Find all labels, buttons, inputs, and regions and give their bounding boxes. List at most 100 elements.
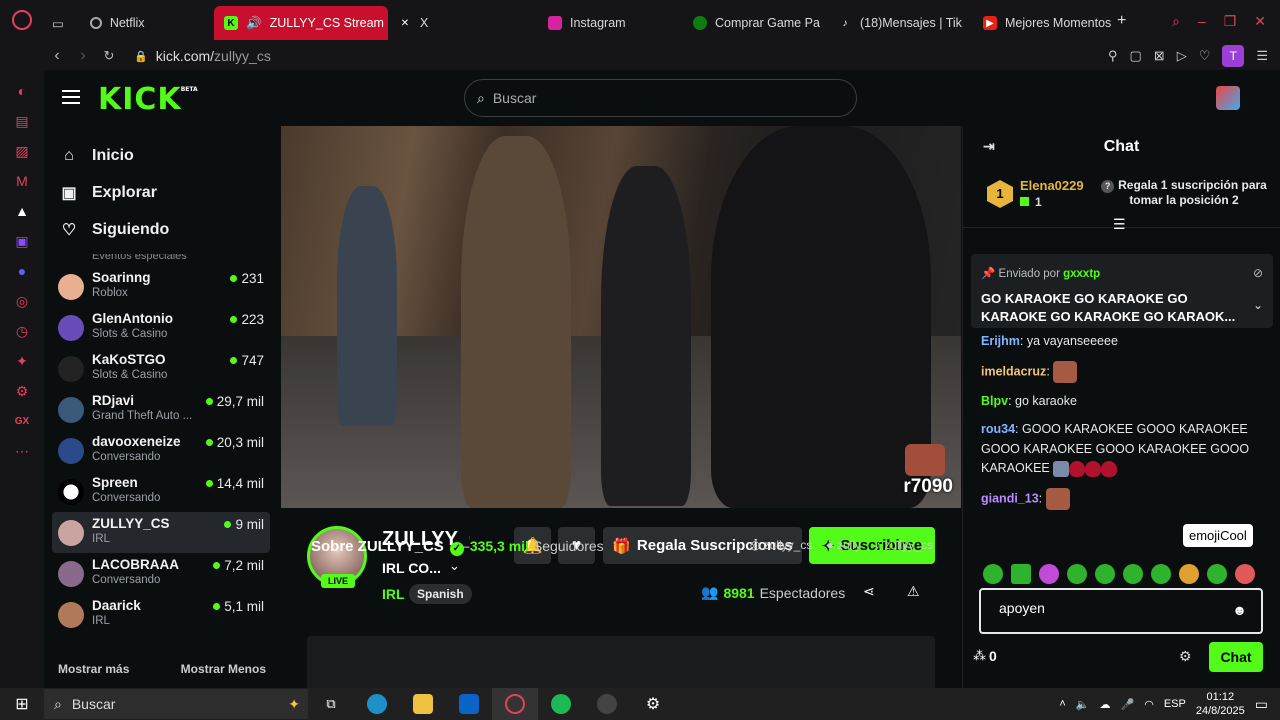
tab-bar-icon[interactable]: ▭: [52, 16, 64, 31]
file-explorer-icon[interactable]: [400, 688, 446, 720]
snapshot-icon[interactable]: ▢: [1129, 48, 1141, 64]
emote-icon[interactable]: [1067, 564, 1087, 584]
leaderboard-cta[interactable]: ? Regala 1 suscripción para tomar la posi…: [1091, 178, 1277, 207]
crypto-wallet-icon[interactable]: ▤: [11, 110, 33, 132]
player-icon[interactable]: ▨: [11, 140, 33, 162]
bookmark-heart-icon[interactable]: ♡: [1199, 48, 1211, 64]
social-discord[interactable]: ● zully: [826, 538, 861, 552]
nav-browse[interactable]: ▣ Explorar: [44, 174, 278, 211]
pinned-message[interactable]: 📌 Enviado por gxxxtp ⊘ GO KARAOKE GO KAR…: [971, 254, 1273, 328]
emote-icon[interactable]: [1039, 564, 1059, 584]
video-player[interactable]: r7090: [281, 126, 961, 508]
close-icon[interactable]: ✕: [1254, 13, 1266, 30]
tab-youtube[interactable]: ▶ Mejores Momentos: [973, 6, 1113, 40]
emote-icon[interactable]: [1085, 460, 1102, 477]
opera-logo-icon[interactable]: [12, 10, 32, 30]
share-icon[interactable]: ⋖: [863, 583, 875, 600]
settings-icon[interactable]: ⚙: [11, 380, 33, 402]
tab-netflix[interactable]: ▭ Netflix: [44, 6, 214, 40]
obs-icon[interactable]: [584, 688, 630, 720]
tab-x[interactable]: ✕ X: [388, 6, 538, 40]
notifications-icon[interactable]: ▭: [1255, 696, 1268, 713]
more-icon[interactable]: ⋯: [11, 440, 33, 462]
forward-icon[interactable]: ›: [70, 47, 96, 65]
send-icon[interactable]: ▷: [1177, 48, 1187, 64]
extensions-icon[interactable]: ✦: [11, 350, 33, 372]
language-tag[interactable]: Spanish: [409, 584, 472, 604]
emote-icon[interactable]: [1101, 460, 1118, 477]
hamburger-menu-icon[interactable]: [62, 90, 80, 104]
emote-icon[interactable]: [1069, 460, 1086, 477]
chat-username[interactable]: Erijhm: [981, 334, 1020, 348]
tab-tiktok[interactable]: ♪ (18)Mensajes | Tik: [828, 6, 973, 40]
social-tiktok[interactable]: ♪ zullyy_cs: [875, 538, 933, 552]
history-icon[interactable]: ◷: [11, 320, 33, 342]
emoji-cool-icon[interactable]: [1207, 564, 1227, 584]
channel-points-icon[interactable]: ⁂: [973, 648, 986, 664]
channel-daarick[interactable]: Daarick IRL 5,1 mil: [52, 594, 270, 635]
channel-glenantonio[interactable]: GlenAntonio Slots & Casino 223: [52, 307, 270, 348]
reload-icon[interactable]: ↻: [96, 48, 122, 64]
edge-icon[interactable]: [354, 688, 400, 720]
profile-avatar[interactable]: T: [1222, 45, 1245, 67]
easy-setup-icon[interactable]: ☰: [1256, 48, 1268, 64]
chat-send-button[interactable]: Chat: [1209, 642, 1263, 672]
taskbar-search[interactable]: ⌕ Buscar ✦: [44, 689, 308, 719]
search-bar[interactable]: ⌕ Buscar: [464, 79, 857, 117]
channel-soarinng[interactable]: Soarinng Roblox 231: [52, 266, 270, 307]
opera-gx-icon[interactable]: [492, 688, 538, 720]
task-view-icon[interactable]: ⧉: [308, 688, 354, 720]
channel-kakostgo[interactable]: KaKoSTGO Slots & Casino 747: [52, 348, 270, 389]
warning-icon[interactable]: ⚠: [907, 583, 920, 600]
social-instagram[interactable]: ◎ zullyy_cs: [750, 538, 813, 552]
microphone-icon[interactable]: 🎤: [1121, 698, 1135, 711]
collapse-chat-icon[interactable]: ⇥: [983, 138, 995, 155]
chevron-up-icon[interactable]: ˄: [1059, 698, 1065, 710]
tab-kick-stream[interactable]: K 🔊 ZULLYY_CS Stream -: [214, 6, 388, 40]
emote-icon[interactable]: [1179, 564, 1199, 584]
emote-icon[interactable]: [1053, 360, 1078, 383]
pin-icon[interactable]: ⚲: [1108, 48, 1118, 64]
channel-spreen[interactable]: Spreen Conversando 14,4 mil: [52, 471, 270, 512]
messenger-icon[interactable]: M: [11, 170, 33, 192]
minimize-icon[interactable]: –: [1198, 13, 1206, 30]
language-indicator[interactable]: ESP: [1164, 698, 1186, 710]
leader-username[interactable]: Elena0229: [1020, 178, 1084, 193]
channel-lacobraaa[interactable]: LACOBRAAA Conversando 7,2 mil: [52, 553, 270, 594]
category-link[interactable]: IRL: [382, 586, 405, 602]
tab-instagram[interactable]: Instagram: [538, 6, 683, 40]
ai-icon[interactable]: ▲: [11, 200, 33, 222]
chevron-down-icon[interactable]: ⌄: [449, 558, 460, 574]
emote-icon[interactable]: [1011, 564, 1031, 584]
show-more-link[interactable]: Mostrar más: [58, 662, 129, 676]
kick-logo[interactable]: KICK BETA: [98, 82, 198, 117]
url-field[interactable]: 🔒 kick.com/zullyy_cs: [134, 48, 271, 64]
gear-icon[interactable]: ⚙: [1179, 648, 1192, 665]
volume-icon[interactable]: 🔈: [1076, 698, 1090, 711]
windows-start-icon[interactable]: ⊞: [0, 694, 44, 714]
search-tabs-icon[interactable]: ⌕: [1172, 13, 1180, 30]
user-avatar[interactable]: [1216, 86, 1240, 110]
speaker-icon[interactable]: 🔊: [246, 16, 262, 31]
emote-icon[interactable]: [1095, 564, 1115, 584]
hide-eye-icon[interactable]: ⊘: [1253, 266, 1263, 280]
spotify-side-icon[interactable]: ◎: [11, 290, 33, 312]
channel-rdjavi[interactable]: RDjavi Grand Theft Auto ... 29,7 mil: [52, 389, 270, 430]
chat-input[interactable]: [999, 600, 1219, 616]
chevron-down-icon[interactable]: ⌄: [1253, 298, 1263, 312]
back-icon[interactable]: ‹: [44, 47, 70, 65]
twitch-icon[interactable]: ▣: [11, 230, 33, 252]
spotify-icon[interactable]: [538, 688, 584, 720]
settings-gear-icon[interactable]: ⚙: [630, 688, 676, 720]
chat-username[interactable]: giandi_13: [981, 491, 1039, 505]
aria-icon[interactable]: ◐: [11, 80, 33, 102]
emote-icon[interactable]: [1045, 487, 1070, 510]
emote-icon[interactable]: [1123, 564, 1143, 584]
channel-davooxeneize[interactable]: davooxeneize Conversando 20,3 mil: [52, 430, 270, 471]
onedrive-icon[interactable]: ☁: [1100, 698, 1111, 711]
outlook-icon[interactable]: [446, 688, 492, 720]
nav-following[interactable]: ♡ Siguiendo: [44, 211, 278, 248]
emote-icon[interactable]: [1235, 564, 1255, 584]
expand-leaderboard-icon[interactable]: ☰: [1113, 216, 1126, 233]
chat-input-box[interactable]: ☻: [979, 588, 1263, 634]
